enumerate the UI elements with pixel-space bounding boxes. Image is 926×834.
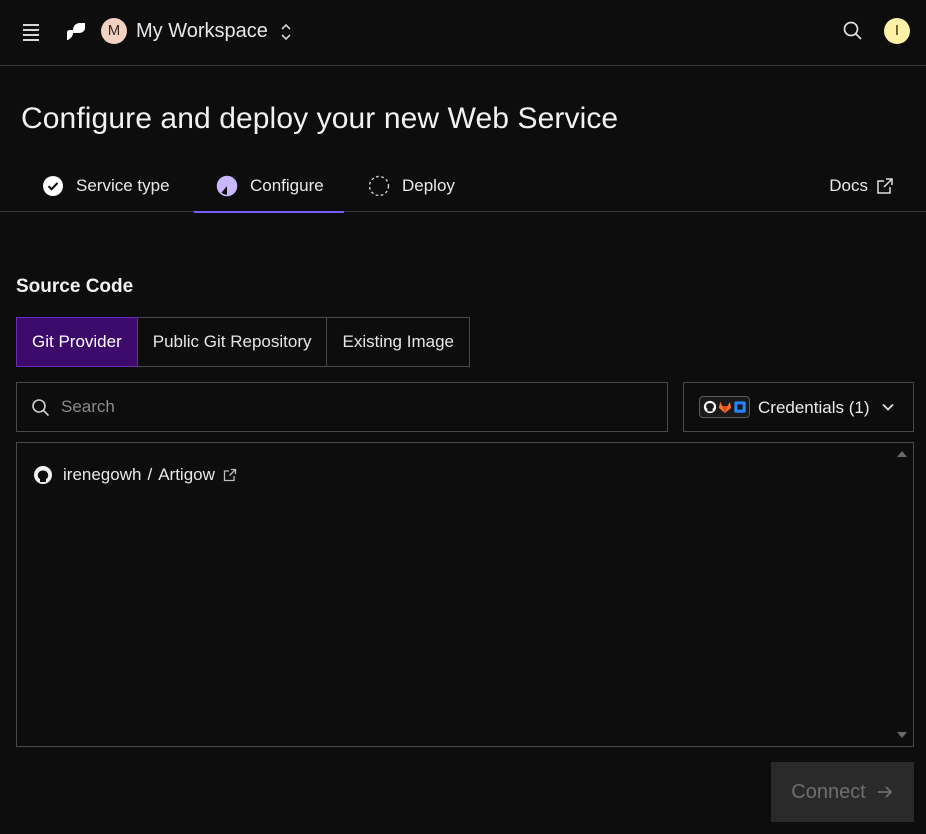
chevron-up-down-icon[interactable] — [278, 21, 294, 43]
top-bar: M My Workspace I — [0, 0, 926, 66]
list-item[interactable]: irenegowh / Artigow — [33, 465, 237, 485]
arrow-right-icon — [877, 786, 892, 798]
repo-owner: irenegowh — [63, 465, 142, 484]
workspace-avatar[interactable]: M — [101, 18, 127, 44]
hamburger-menu-icon[interactable] — [20, 21, 42, 43]
docs-link[interactable]: Docs — [829, 176, 894, 196]
tab-git-provider[interactable]: Git Provider — [16, 317, 138, 367]
external-link-icon — [877, 178, 893, 194]
external-link-icon[interactable] — [223, 468, 237, 482]
search-input[interactable] — [61, 383, 651, 431]
step-label: Configure — [250, 175, 324, 195]
search-icon[interactable] — [842, 20, 864, 42]
step-label: Deploy — [402, 176, 455, 195]
step-configure[interactable]: Configure — [194, 160, 344, 213]
render-logo-icon[interactable] — [64, 19, 88, 43]
progress-circle-icon — [216, 175, 238, 196]
stepper: Service type Configure Deploy — [0, 160, 926, 213]
page-title: Configure and deploy your new Web Servic… — [21, 102, 619, 135]
workspace-name[interactable]: My Workspace — [136, 20, 268, 43]
credentials-dropdown[interactable]: Credentials (1) — [683, 382, 914, 432]
user-avatar[interactable]: I — [884, 18, 910, 44]
gitlab-icon — [718, 401, 731, 414]
section-title: Source Code — [16, 276, 134, 297]
scroll-down-arrow-icon[interactable] — [897, 732, 907, 738]
repo-separator: / — [147, 465, 153, 484]
provider-icons — [699, 396, 750, 418]
chevron-down-icon — [882, 403, 894, 411]
github-icon — [703, 400, 716, 414]
connect-label: Connect — [791, 780, 866, 803]
docs-label: Docs — [829, 176, 868, 195]
tab-existing-image[interactable]: Existing Image — [326, 317, 470, 367]
repo-name: Artigow — [158, 465, 215, 484]
bitbucket-icon — [733, 401, 746, 413]
repo-list[interactable]: irenegowh / Artigow — [16, 442, 914, 747]
step-label: Service type — [76, 176, 170, 195]
connect-button[interactable]: Connect — [771, 762, 914, 822]
repo-search — [16, 382, 668, 432]
scroll-up-arrow-icon[interactable] — [897, 451, 907, 457]
github-icon — [34, 466, 52, 484]
check-circle-icon — [43, 176, 63, 196]
dashed-circle-icon — [368, 175, 390, 197]
step-deploy[interactable]: Deploy — [368, 160, 455, 212]
source-type-tabs: Git Provider Public Git Repository Exist… — [16, 317, 470, 367]
step-service-type[interactable]: Service type — [42, 160, 170, 212]
tab-public-git-repository[interactable]: Public Git Repository — [136, 317, 328, 367]
search-icon — [32, 399, 50, 417]
credentials-label: Credentials (1) — [758, 398, 870, 417]
